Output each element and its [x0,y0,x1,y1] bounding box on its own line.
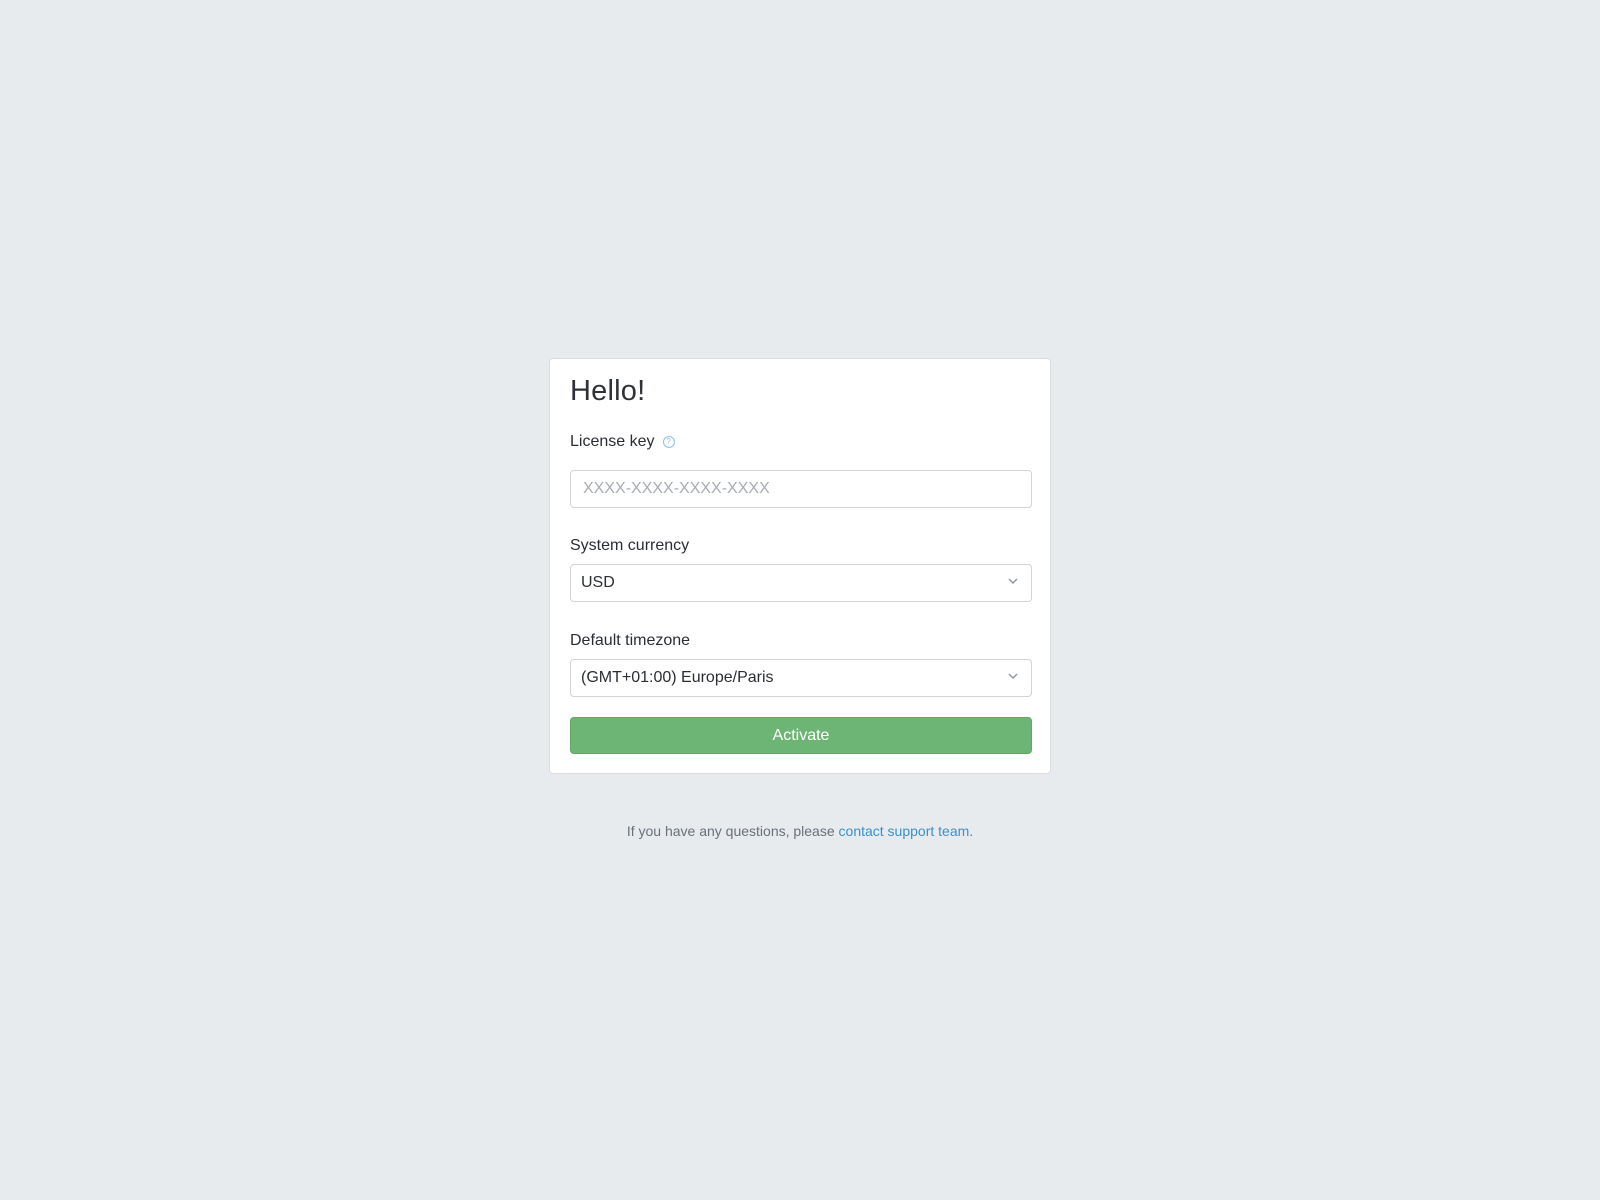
chevron-down-icon [1008,578,1018,584]
system-currency-select[interactable]: USD [570,564,1032,602]
activate-button[interactable]: Activate [570,717,1032,754]
default-timezone-value: (GMT+01:00) Europe/Paris [581,669,774,686]
license-key-label-text: License key [570,433,655,450]
license-key-field[interactable] [570,470,1032,508]
activation-card: Hello! License key? System currency USD … [549,358,1051,774]
page-title: Hello! [570,375,646,407]
system-currency-label: System currency [570,537,690,554]
footer-text-after: . [969,823,974,839]
default-timezone-label: Default timezone [570,632,691,649]
support-footer: If you have any questions, please contac… [0,823,1600,839]
footer-text-before: If you have any questions, please [626,823,839,839]
default-timezone-select[interactable]: (GMT+01:00) Europe/Paris [570,659,1032,697]
license-key-label: License key? [570,433,675,451]
contact-support-link[interactable]: contact support team [839,823,970,839]
chevron-down-icon [1008,673,1018,679]
license-key-input[interactable] [571,471,1031,507]
help-icon[interactable]: ? [662,436,675,448]
system-currency-value: USD [581,574,615,591]
